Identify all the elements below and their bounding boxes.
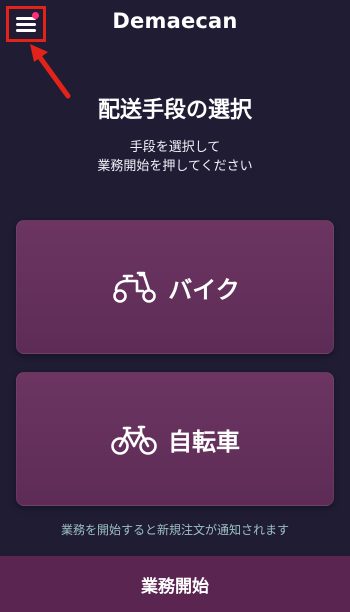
option-bike[interactable]: バイク bbox=[16, 220, 334, 354]
scooter-icon bbox=[113, 271, 157, 303]
page-title: 配送手段の選択 bbox=[97, 98, 252, 123]
subtitle-line: 手段を選択して bbox=[129, 140, 221, 155]
option-bicycle[interactable]: 自転車 bbox=[16, 372, 334, 506]
subtitle-line: 業務開始を押してください bbox=[97, 159, 253, 174]
header: Demaecan bbox=[0, 0, 350, 48]
option-label: バイク bbox=[168, 275, 240, 304]
app-screen: Demaecan 配送手段の選択 手段を選択して 業務開始を押してください バイ… bbox=[0, 0, 350, 612]
app-logo: Demaecan bbox=[112, 9, 238, 33]
page-subtitle: 手段を選択して 業務開始を押してください bbox=[0, 138, 350, 176]
start-work-button[interactable]: 業務開始 bbox=[0, 556, 350, 612]
start-work-label: 業務開始 bbox=[141, 576, 209, 597]
start-notice: 業務を開始すると新規注文が通知されます bbox=[60, 523, 289, 537]
option-label: 自転車 bbox=[168, 427, 240, 456]
bicycle-icon bbox=[111, 425, 157, 455]
